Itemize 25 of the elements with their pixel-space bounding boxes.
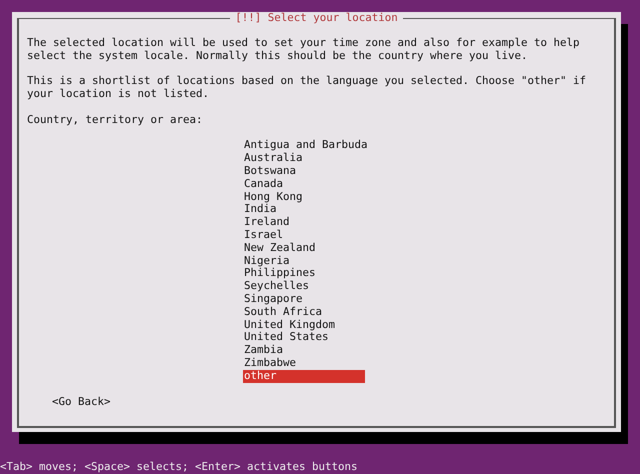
country-item[interactable]: Zambia [243,344,365,357]
go-back-button[interactable]: <Go Back> [52,396,111,408]
country-item[interactable]: South Africa [243,306,365,319]
dialog-title: [!!] Select your location [234,12,399,25]
country-item[interactable]: Seychelles [243,280,365,293]
instruction-text: This is a shortlist of locations based on the language you selected. Choose "other" if your location is not listed. [27,75,588,101]
country-item[interactable]: Ireland [243,216,365,229]
country-item[interactable]: other [243,370,365,383]
country-item[interactable]: United Kingdom [243,318,365,332]
country-item[interactable]: New Zealand [243,242,365,255]
country-item[interactable]: Antigua and Barbuda [243,139,365,152]
key-help-text: <Tab> moves; <Space> selects; <Enter> activates buttons [0,461,359,474]
instruction-text: The selected location will be used to set your time zone and also for example to help select the system locale. Normally this should be the country where you live. [27,36,581,62]
country-item[interactable]: Canada [243,178,365,191]
country-item[interactable]: India [243,203,365,216]
list-prompt: Country, territory or area: [27,114,204,126]
country-item[interactable]: Nigeria [243,254,365,268]
country-item[interactable]: Singapore [243,292,365,306]
country-item[interactable]: Israel [243,228,365,242]
country-item[interactable]: Botswana [243,164,365,178]
country-item[interactable]: Australia [243,152,365,165]
country-item[interactable]: Zimbabwe [243,356,365,370]
country-item[interactable]: Philippines [243,267,365,280]
country-item[interactable]: United States [243,331,365,344]
country-item[interactable]: Hong Kong [243,190,365,204]
